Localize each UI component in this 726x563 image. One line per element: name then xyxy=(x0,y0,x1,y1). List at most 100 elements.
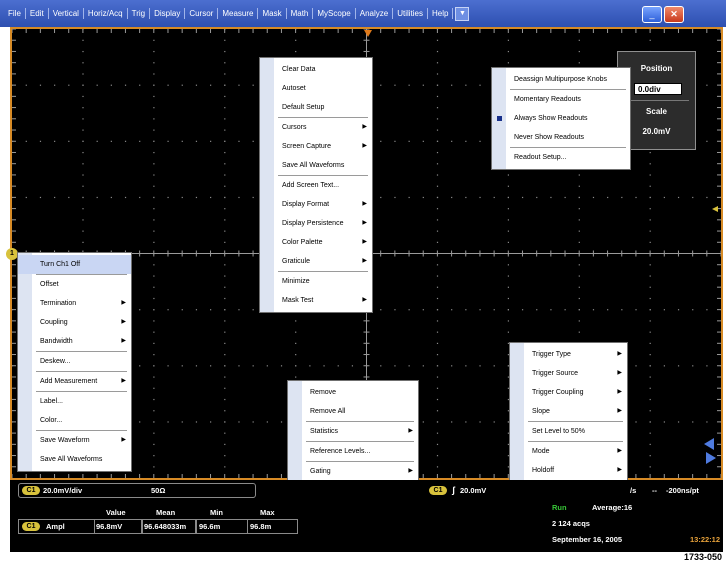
menu-measure[interactable]: Measure xyxy=(218,8,259,19)
menu-item-cursors[interactable]: Cursors ▶ xyxy=(260,118,372,137)
menu-item-bandwidth[interactable]: Bandwidth ▶ xyxy=(18,332,131,351)
grid-dot xyxy=(422,140,424,142)
menu-trig[interactable]: Trig xyxy=(128,8,151,19)
grid-dot xyxy=(677,365,680,367)
menu-item-always-show-readouts[interactable]: Always Show Readouts xyxy=(492,109,630,128)
menu-item-display-format[interactable]: Display Format ▶ xyxy=(260,195,372,214)
menu-item-minimize[interactable]: Minimize xyxy=(260,272,372,291)
grid-dot xyxy=(167,84,169,86)
menu-item-gating[interactable]: Gating ▶ xyxy=(288,462,418,481)
grid-dot xyxy=(266,365,268,367)
menu-vertical[interactable]: Vertical xyxy=(49,8,84,19)
grid-dot xyxy=(436,118,439,120)
grid-dot xyxy=(153,455,155,457)
grid-dot xyxy=(507,241,509,243)
minimize-button[interactable]: _ xyxy=(642,6,662,23)
menu-item-add-measurement[interactable]: Add Measurement ▶ xyxy=(18,372,131,391)
grid-dot xyxy=(436,432,439,434)
grid-dot xyxy=(380,365,382,367)
menu-item-mask-test[interactable]: Mask Test ▶ xyxy=(260,291,372,310)
menu-item-coupling[interactable]: Coupling ▶ xyxy=(18,313,131,332)
menu-item-offset[interactable]: Offset xyxy=(18,275,131,294)
grid-dot xyxy=(153,241,155,243)
menu-item-label: Trigger Source xyxy=(532,370,579,377)
menu-item-add-screen-text[interactable]: Add Screen Text... xyxy=(260,176,372,195)
menu-item-save-waveform[interactable]: Save Waveform ▶ xyxy=(18,431,131,450)
menu-item-display-persistence[interactable]: Display Persistence ▶ xyxy=(260,214,372,233)
menu-cursor[interactable]: Cursor xyxy=(185,8,219,19)
menu-item-momentary-readouts[interactable]: Momentary Readouts xyxy=(492,90,630,109)
menu-item-label[interactable]: Label... xyxy=(18,392,131,411)
time-readout: 13:22:12 xyxy=(690,535,721,544)
grid-dot xyxy=(663,421,665,423)
menu-horiz-acq[interactable]: Horiz/Acq xyxy=(84,8,128,19)
menu-item-never-show-readouts[interactable]: Never Show Readouts xyxy=(492,128,630,147)
grid-dot xyxy=(408,84,410,86)
ch1-scale-readout: 20.0mV/div xyxy=(43,486,83,495)
menu-mask[interactable]: Mask xyxy=(258,8,287,19)
menu-item-label: Save Waveform xyxy=(40,437,90,444)
menu-item-label: Cursors xyxy=(282,124,307,131)
scroll-right-icon[interactable] xyxy=(706,452,716,464)
menu-item-default-setup[interactable]: Default Setup xyxy=(260,98,372,117)
grid-dot xyxy=(649,39,651,41)
menu-item-autoset[interactable]: Autoset xyxy=(260,79,372,98)
menu-myscope[interactable]: MyScope xyxy=(313,8,356,19)
menu-item-trigger-type[interactable]: Trigger Type ▶ xyxy=(510,345,627,364)
menu-edit[interactable]: Edit xyxy=(26,8,49,19)
grid-dot xyxy=(68,196,70,199)
grid-dot xyxy=(578,241,580,243)
menu-item-save-all-waveforms[interactable]: Save All Waveforms xyxy=(18,450,131,469)
grid-dot xyxy=(436,376,439,378)
menu-item-set-level-to-50[interactable]: Set Level to 50% xyxy=(510,422,627,441)
menu-item-statistics[interactable]: Statistics ▶ xyxy=(288,422,418,441)
menu-item-graticule[interactable]: Graticule ▶ xyxy=(260,252,372,271)
grid-dot xyxy=(54,84,56,86)
grid-dot xyxy=(507,196,509,199)
menu-item-screen-capture[interactable]: Screen Capture ▶ xyxy=(260,137,372,156)
menu-item-save-all-waveforms[interactable]: Save All Waveforms xyxy=(260,156,372,175)
grid-dot xyxy=(153,140,155,142)
grid-dot xyxy=(578,196,580,199)
menu-item-reference-levels[interactable]: Reference Levels... xyxy=(288,442,418,461)
grid-dot xyxy=(479,140,481,142)
menu-item-termination[interactable]: Termination ▶ xyxy=(18,294,131,313)
submenu-arrow-icon: ▶ xyxy=(362,201,367,207)
grid-dot xyxy=(635,309,637,311)
submenu-arrow-icon: ▶ xyxy=(121,338,126,344)
menu-item-color-palette[interactable]: Color Palette ▶ xyxy=(260,233,372,252)
menu-item-label: Remove All xyxy=(310,408,346,415)
chevron-down-icon[interactable]: ▼ xyxy=(455,6,470,21)
menu-item-trigger-coupling[interactable]: Trigger Coupling ▶ xyxy=(510,383,627,402)
menu-item-trigger-source[interactable]: Trigger Source ▶ xyxy=(510,364,627,383)
menu-analyze[interactable]: Analyze xyxy=(356,8,394,19)
menu-item-readout-setup[interactable]: Readout Setup... xyxy=(492,148,630,167)
menu-item-slope[interactable]: Slope ▶ xyxy=(510,402,627,421)
menu-item-remove[interactable]: Remove xyxy=(288,383,418,402)
menu-item-color[interactable]: Color... xyxy=(18,411,131,430)
position-input[interactable]: 0.0div xyxy=(634,83,682,95)
menu-item-remove-all[interactable]: Remove All xyxy=(288,402,418,421)
grid-dot xyxy=(436,410,439,412)
menu-math[interactable]: Math xyxy=(287,8,314,19)
menu-item-deassign-multipurpose-knobs[interactable]: Deassign Multipurpose Knobs xyxy=(492,70,630,89)
menu-item-mode[interactable]: Mode ▶ xyxy=(510,442,627,461)
menu-file[interactable]: File xyxy=(4,8,26,19)
close-button[interactable]: ✕ xyxy=(664,6,684,23)
menu-item-clear-data[interactable]: Clear Data xyxy=(260,60,372,79)
grid-dot xyxy=(39,84,42,86)
grid-dot xyxy=(153,443,155,446)
menu-item-turn-ch1-off[interactable]: Turn Ch1 Off xyxy=(18,255,131,274)
grid-dot xyxy=(649,432,651,434)
grid-dot xyxy=(479,309,481,311)
menu-item-deskew[interactable]: Deskew... xyxy=(18,352,131,371)
grid-dot xyxy=(224,410,226,412)
grid-dot xyxy=(422,309,424,311)
menu-display[interactable]: Display xyxy=(150,8,186,19)
grid-dot xyxy=(195,196,198,199)
scroll-left-icon[interactable] xyxy=(704,438,714,450)
menu-utilities[interactable]: Utilities xyxy=(393,8,428,19)
grid-dot xyxy=(153,196,155,199)
menu-help[interactable]: Help xyxy=(428,8,454,19)
menu-item-holdoff[interactable]: Holdoff ▶ xyxy=(510,461,627,480)
